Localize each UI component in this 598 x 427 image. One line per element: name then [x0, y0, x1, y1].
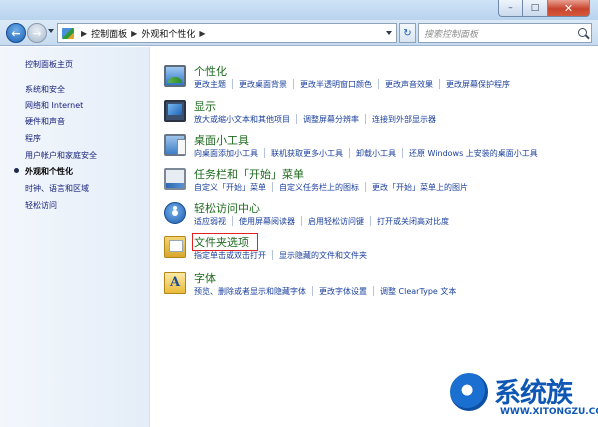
link-high-contrast[interactable]: 打开或关闭高对比度: [377, 216, 449, 227]
sidebar-item-programs[interactable]: 程序: [25, 133, 41, 144]
link-cleartype[interactable]: 调整 ClearType 文本: [380, 286, 456, 297]
link-change-theme[interactable]: 更改主题: [194, 79, 226, 90]
sidebar-item-user-accounts[interactable]: 用户帐户和家庭安全: [25, 150, 97, 161]
link-text-size[interactable]: 放大或缩小文本和其他项目: [194, 114, 290, 125]
link-divider: [232, 216, 233, 226]
link-divider: [264, 148, 265, 158]
link-divider: [402, 148, 403, 158]
link-change-start-picture[interactable]: 更改「开始」菜单上的图片: [372, 182, 468, 193]
breadcrumb-separator-icon[interactable]: ▶: [81, 29, 87, 38]
link-customize-taskbar-icons[interactable]: 自定义任务栏上的图标: [279, 182, 359, 193]
sidebar: 控制面板主页 系统和安全 网络和 Internet 硬件和声音 程序 用户帐户和…: [0, 47, 150, 427]
link-preview-fonts[interactable]: 预览、删除或者显示和隐藏字体: [194, 286, 306, 297]
category-links: 自定义「开始」菜单 自定义任务栏上的图标 更改「开始」菜单上的图片: [194, 182, 468, 193]
link-show-hidden-files[interactable]: 显示隐藏的文件和文件夹: [279, 250, 367, 261]
category-title-display[interactable]: 显示: [194, 98, 216, 114]
search-placeholder: 搜索控制面板: [424, 29, 479, 40]
breadcrumb-appearance[interactable]: 外观和个性化: [141, 27, 195, 40]
sidebar-item-control-panel-home[interactable]: 控制面板主页: [25, 59, 73, 70]
category-title-taskbar[interactable]: 任务栏和「开始」菜单: [194, 166, 304, 182]
sidebar-item-appearance[interactable]: 外观和个性化: [25, 166, 73, 177]
fonts-icon[interactable]: [164, 272, 186, 294]
category-title-ease-of-access[interactable]: 轻松访问中心: [194, 200, 260, 216]
link-font-settings[interactable]: 更改字体设置: [319, 286, 367, 297]
link-restore-gadgets[interactable]: 还原 Windows 上安装的桌面小工具: [409, 148, 538, 159]
breadcrumb-separator-icon[interactable]: ▶: [199, 29, 205, 38]
link-divider: [370, 216, 371, 226]
navigation-bar: ← → ▶ 控制面板 ▶ 外观和个性化 ▶ ↻ 搜索控制面板: [0, 20, 598, 46]
category-title-gadgets[interactable]: 桌面小工具: [194, 132, 249, 148]
link-divider: [439, 79, 440, 89]
ease-of-access-icon[interactable]: [164, 202, 186, 224]
sidebar-item-network[interactable]: 网络和 Internet: [25, 100, 83, 111]
control-panel-icon: [62, 27, 74, 39]
sidebar-item-ease-of-access[interactable]: 轻松访问: [25, 200, 57, 211]
link-change-desktop-background[interactable]: 更改桌面背景: [239, 79, 287, 90]
address-dropdown-icon[interactable]: [386, 31, 392, 35]
watermark-logo: 系统族 WWW.XITONGZU.COM: [448, 369, 598, 427]
link-get-more-gadgets[interactable]: 联机获取更多小工具: [271, 148, 343, 159]
link-divider: [272, 250, 273, 260]
link-add-gadgets[interactable]: 向桌面添加小工具: [194, 148, 258, 159]
category-links: 向桌面添加小工具 联机获取更多小工具 卸载小工具 还原 Windows 上安装的…: [194, 148, 538, 159]
close-button[interactable]: ✕: [548, 0, 590, 17]
link-single-double-click[interactable]: 指定单击或双击打开: [194, 250, 266, 261]
category-title-fonts[interactable]: 字体: [194, 270, 216, 286]
recent-pages-dropdown-icon[interactable]: [48, 29, 54, 33]
link-divider: [365, 114, 366, 124]
link-low-vision[interactable]: 适应弱视: [194, 216, 226, 227]
breadcrumb-separator-icon[interactable]: ▶: [131, 29, 137, 38]
refresh-button[interactable]: ↻: [399, 23, 416, 43]
link-divider: [378, 79, 379, 89]
maximize-button[interactable]: □: [523, 0, 548, 17]
breadcrumb-control-panel[interactable]: 控制面板: [91, 27, 127, 40]
link-accessibility-keys[interactable]: 启用轻松访问键: [308, 216, 364, 227]
link-divider: [365, 182, 366, 192]
watermark-url: WWW.XITONGZU.COM: [500, 407, 598, 417]
link-external-display[interactable]: 连接到外部显示器: [372, 114, 436, 125]
folder-options-icon[interactable]: [164, 236, 186, 258]
display-icon[interactable]: [164, 100, 186, 122]
title-bar: – □ ✕: [0, 0, 598, 20]
category-title-personalization[interactable]: 个性化: [194, 63, 227, 79]
forward-button[interactable]: →: [27, 23, 47, 43]
link-divider: [232, 79, 233, 89]
link-divider: [272, 182, 273, 192]
link-divider: [349, 148, 350, 158]
address-bar[interactable]: ▶ 控制面板 ▶ 外观和个性化 ▶: [57, 23, 397, 43]
category-links: 放大或缩小文本和其他项目 调整屏幕分辨率 连接到外部显示器: [194, 114, 436, 125]
sidebar-item-clock-language[interactable]: 时钟、语言和区域: [25, 183, 89, 194]
sidebar-item-system-security[interactable]: 系统和安全: [25, 84, 65, 95]
taskbar-icon[interactable]: [164, 168, 186, 190]
link-divider: [373, 286, 374, 296]
personalization-icon[interactable]: [164, 65, 186, 87]
link-divider: [296, 114, 297, 124]
link-uninstall-gadget[interactable]: 卸载小工具: [356, 148, 396, 159]
category-links: 指定单击或双击打开 显示隐藏的文件和文件夹: [194, 250, 367, 261]
link-divider: [312, 286, 313, 296]
category-links: 预览、删除或者显示和隐藏字体 更改字体设置 调整 ClearType 文本: [194, 286, 456, 297]
back-button[interactable]: ←: [6, 23, 26, 43]
highlight-annotation: [192, 233, 258, 251]
current-item-bullet-icon: [14, 168, 19, 173]
search-icon[interactable]: [578, 28, 587, 37]
category-links: 适应弱视 使用屏幕阅读器 启用轻松访问键 打开或关闭高对比度: [194, 216, 449, 227]
link-screen-resolution[interactable]: 调整屏幕分辨率: [303, 114, 359, 125]
window-controls: – □ ✕: [498, 0, 590, 17]
link-change-screensaver[interactable]: 更改屏幕保护程序: [446, 79, 510, 90]
brand-logo-icon: [448, 371, 490, 413]
search-input[interactable]: 搜索控制面板: [418, 23, 592, 43]
link-divider: [293, 79, 294, 89]
category-links: 更改主题 更改桌面背景 更改半透明窗口颜色 更改声音效果 更改屏幕保护程序: [194, 79, 510, 90]
link-screen-reader[interactable]: 使用屏幕阅读器: [239, 216, 295, 227]
minimize-button[interactable]: –: [498, 0, 523, 17]
watermark-brand: 系统族: [494, 378, 573, 409]
link-change-sound-effects[interactable]: 更改声音效果: [385, 79, 433, 90]
link-change-window-color[interactable]: 更改半透明窗口颜色: [300, 79, 372, 90]
link-customize-start-menu[interactable]: 自定义「开始」菜单: [194, 182, 266, 193]
sidebar-item-hardware-sound[interactable]: 硬件和声音: [25, 116, 65, 127]
link-divider: [301, 216, 302, 226]
gadgets-icon[interactable]: [164, 134, 186, 156]
